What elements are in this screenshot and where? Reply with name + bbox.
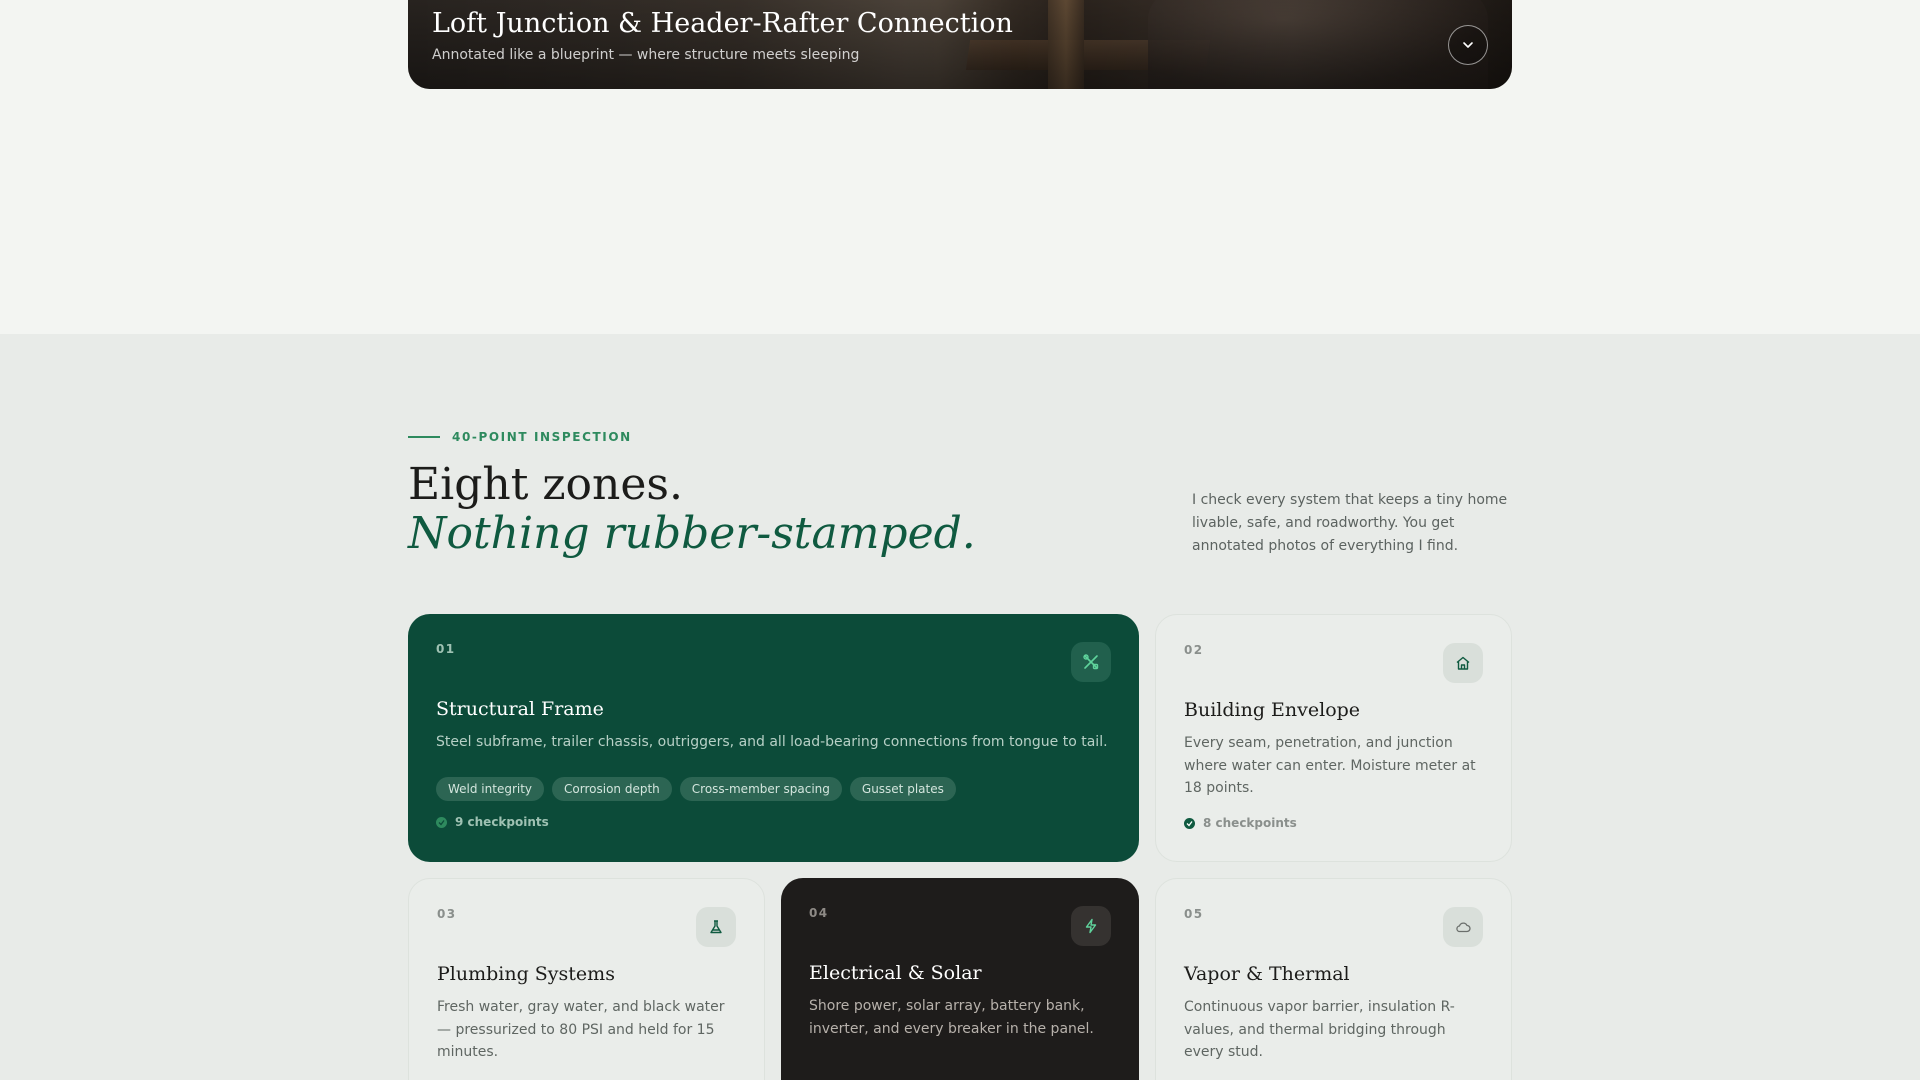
zone-card-vapor-thermal[interactable]: 05 Vapor & Thermal Continuous vapor barr… — [1155, 878, 1512, 1080]
flask-icon — [710, 920, 722, 934]
zone-number: 04 — [809, 906, 829, 920]
hero-subtitle: Annotated like a blueprint — where struc… — [432, 47, 860, 63]
zone-title: Electrical & Solar — [809, 962, 982, 984]
zone-tag: Cross-member spacing — [679, 777, 842, 801]
eyebrow-text: 40-POINT INSPECTION — [452, 430, 632, 444]
zone-icon-badge — [1071, 642, 1111, 682]
hero-section: Loft Junction & Header-Rafter Connection… — [0, 0, 1920, 334]
zone-tag: Weld integrity — [436, 777, 545, 801]
check-icon — [1184, 817, 1195, 829]
zone-card-building-envelope[interactable]: 02 Building Envelope Every seam, penetra… — [1155, 614, 1512, 862]
zone-checkpoints: 8 checkpoints — [1184, 816, 1297, 830]
heading-line-1: Eight zones. — [408, 459, 683, 510]
zone-description: Every seam, penetration, and junction wh… — [1184, 735, 1476, 796]
zone-tag: Corrosion depth — [552, 777, 672, 801]
zone-title: Structural Frame — [436, 698, 604, 720]
zone-card-plumbing-systems[interactable]: 03 Plumbing Systems Fresh water, gray wa… — [408, 878, 765, 1080]
zone-checkpoints: 9 checkpoints — [436, 815, 549, 829]
tools-icon — [1083, 654, 1099, 670]
zone-number: 01 — [436, 642, 456, 656]
section-eyebrow: 40-POINT INSPECTION — [408, 430, 632, 444]
inspection-zones-section: 40-POINT INSPECTION Eight zones. Nothing… — [0, 334, 1920, 1080]
zone-description: Shore power, solar array, battery bank, … — [809, 998, 1094, 1037]
zone-icon-badge — [1443, 643, 1483, 683]
expand-button[interactable] — [1448, 25, 1488, 65]
hero-title: Loft Junction & Header-Rafter Connection — [432, 8, 1013, 39]
zone-description: Steel subframe, trailer chassis, outrigg… — [436, 734, 1108, 750]
section-intro: I check every system that keeps a tiny h… — [1192, 492, 1508, 554]
zone-icon-badge — [1443, 907, 1483, 947]
zone-card-electrical-solar[interactable]: 04 Electrical & Solar Shore power, solar… — [781, 878, 1139, 1080]
hero-image-card[interactable]: Loft Junction & Header-Rafter Connection… — [408, 0, 1512, 89]
house-icon — [1456, 656, 1470, 670]
zone-number: 05 — [1184, 907, 1204, 921]
zone-description: Fresh water, gray water, and black water… — [437, 999, 725, 1060]
zone-icon-badge — [1071, 906, 1111, 946]
check-icon — [436, 816, 447, 828]
zone-title: Vapor & Thermal — [1184, 963, 1350, 985]
zone-number: 03 — [437, 907, 457, 921]
zone-number: 02 — [1184, 643, 1204, 657]
cloud-icon — [1456, 922, 1471, 933]
eyebrow-line — [408, 436, 440, 438]
zone-tags: Weld integrity Corrosion depth Cross-mem… — [436, 777, 956, 801]
zone-tag: Gusset plates — [849, 777, 956, 801]
zone-description: Continuous vapor barrier, insulation R-v… — [1184, 999, 1455, 1060]
zone-title: Building Envelope — [1184, 699, 1361, 721]
heading-line-2: Nothing rubber-stamped. — [408, 508, 976, 559]
zone-icon-badge — [696, 907, 736, 947]
chevron-down-icon — [1463, 42, 1473, 48]
zone-title: Plumbing Systems — [437, 963, 615, 985]
checkpoints-label: 9 checkpoints — [455, 815, 549, 829]
lightning-icon — [1085, 918, 1097, 934]
zone-card-structural-frame[interactable]: 01 Structural Frame Steel subframe, trai… — [408, 614, 1139, 862]
checkpoints-label: 8 checkpoints — [1203, 816, 1297, 830]
section-heading: Eight zones. Nothing rubber-stamped. — [408, 460, 976, 558]
